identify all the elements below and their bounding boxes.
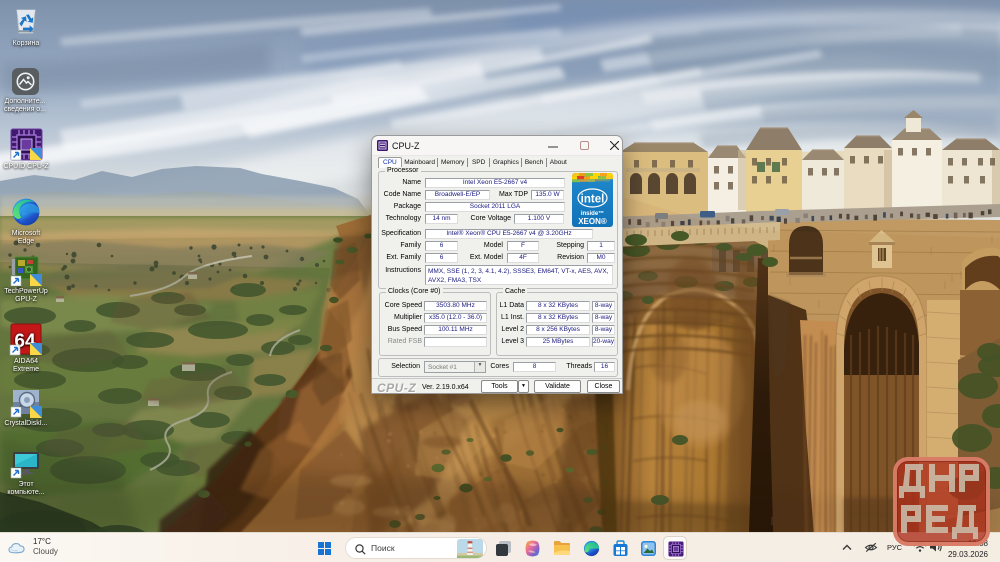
svg-text:inside™: inside™ — [581, 210, 604, 217]
svg-text:intel: intel — [581, 194, 605, 206]
svg-text:XEON®: XEON® — [578, 217, 607, 226]
